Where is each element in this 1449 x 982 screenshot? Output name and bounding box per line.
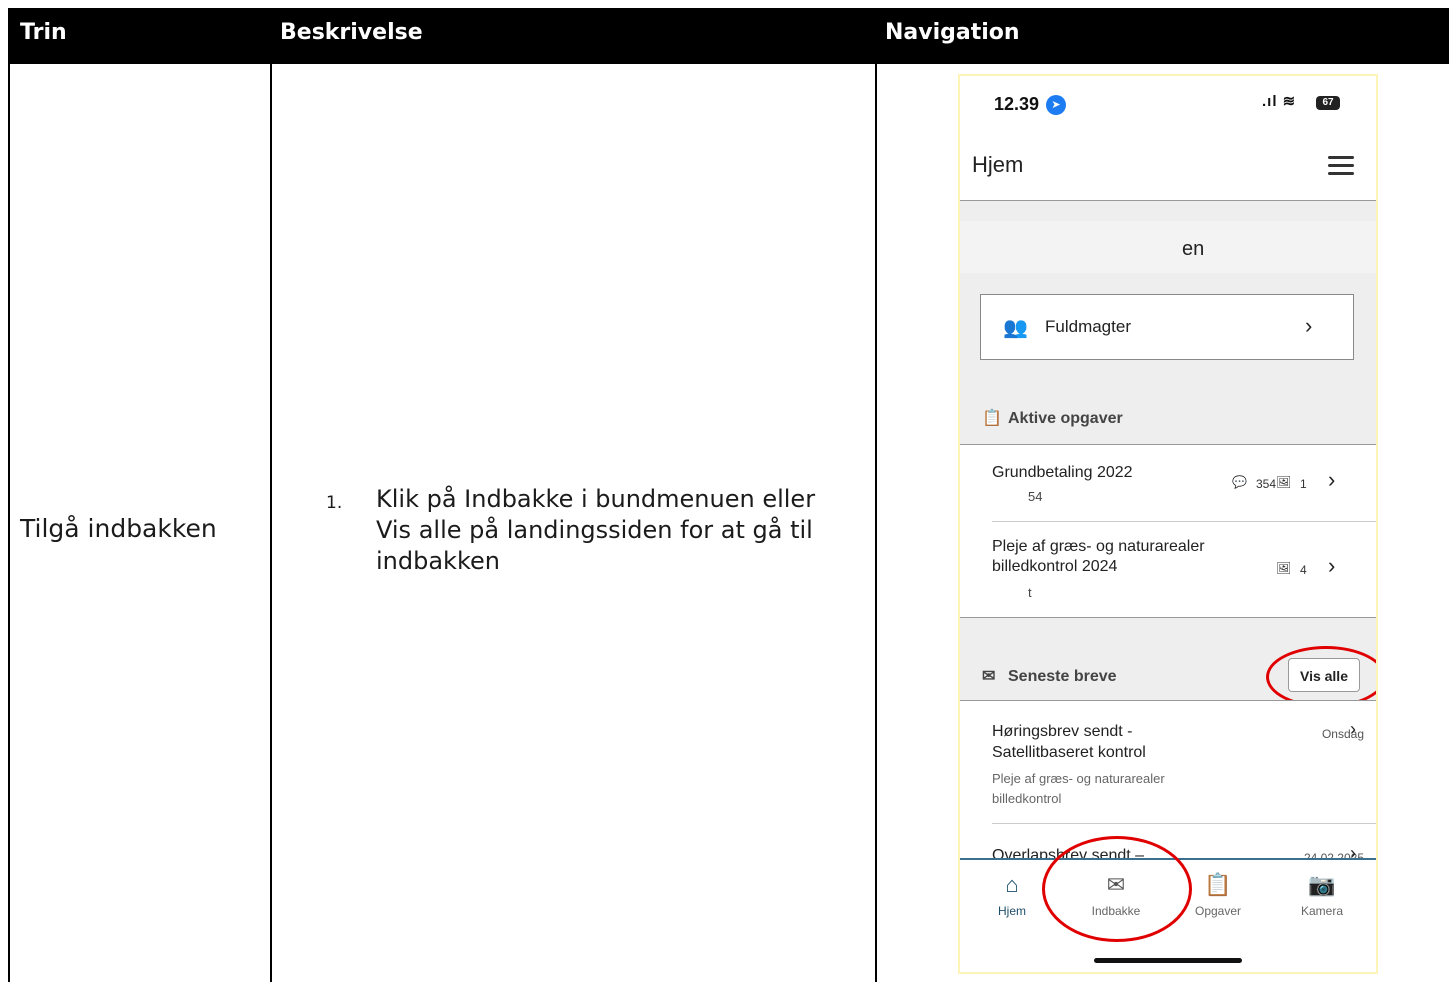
fuldmagter-label: Fuldmagter <box>1045 317 1131 336</box>
clipboard-icon: 📋 <box>982 410 1002 427</box>
image-icon: 🖼 <box>1276 561 1292 575</box>
phone-screenshot: 12.39 ➤ .ıl ≋ 67 Hjem en 👥 Fuldmagter › … <box>958 74 1378 974</box>
header-navigation: Navigation <box>885 20 1020 45</box>
table-header-row: Trin Beskrivelse Navigation <box>8 8 1449 64</box>
highlight-circle <box>1042 836 1192 942</box>
app-bar: Hjem <box>960 138 1376 201</box>
location-icon: ➤ <box>1046 95 1066 115</box>
image-count: 4 <box>1300 563 1307 577</box>
chevron-right-icon: › <box>1328 467 1336 492</box>
letter-title-line2: Satellitbaseret kontrol <box>992 744 1146 761</box>
active-tasks-list: Grundbetaling 2022 54 💬 354 🖼 1 › Pleje … <box>960 444 1376 618</box>
home-indicator <box>1094 958 1242 963</box>
status-time: 12.39 <box>994 94 1040 114</box>
page-title: Hjem <box>972 152 1024 177</box>
highlight-circle <box>1266 646 1376 708</box>
hamburger-menu-icon[interactable] <box>1328 156 1354 176</box>
divider <box>992 823 1376 824</box>
chevron-right-icon: › <box>1350 719 1356 739</box>
chevron-right-icon: › <box>1328 553 1336 578</box>
task-title: Grundbetaling 2022 <box>992 464 1133 481</box>
column-divider <box>270 64 272 982</box>
tasks-header: 📋 Aktive opgaver <box>982 408 1123 428</box>
task-title-line1: Pleje af græs- og naturarealer <box>992 538 1205 555</box>
nav-kamera[interactable]: 📷 Kamera <box>1272 872 1372 918</box>
letter-date: Onsdag <box>1321 727 1364 741</box>
image-count: 1 <box>1300 477 1307 491</box>
people-icon: 👥 <box>1003 317 1028 339</box>
status-bar: 12.39 ➤ .ıl ≋ 67 <box>960 76 1376 138</box>
task-title-line2: billedkontrol 2024 <box>992 558 1118 575</box>
comment-count: 354 <box>1256 477 1277 491</box>
letter-subtitle-line2: billedkontrol <box>992 791 1062 806</box>
task-subtitle: t <box>1028 585 1032 600</box>
camera-icon: 📷 <box>1308 872 1336 897</box>
mail-icon: ✉ <box>982 668 996 685</box>
table-left-border <box>8 64 10 982</box>
battery-icon: 67 <box>1316 96 1340 110</box>
tasks-header-label: Aktive opgaver <box>1008 410 1123 427</box>
fuldmagter-button[interactable]: 👥 Fuldmagter › <box>980 294 1354 360</box>
comment-icon: 💬 <box>1232 475 1247 489</box>
step-number: 1. <box>326 493 343 513</box>
letter-subtitle-line1: Pleje af græs- og naturarealer <box>992 771 1165 786</box>
signal-wifi-icon: .ıl ≋ <box>1262 93 1297 110</box>
header-beskrivelse: Beskrivelse <box>280 20 423 45</box>
divider <box>992 521 1376 522</box>
step-name: Tilgå indbakken <box>20 514 217 543</box>
greeting-text: en <box>1182 238 1205 260</box>
header-trin: Trin <box>20 20 67 45</box>
step-text: Klik på Indbakke i bundmenuen eller Vis … <box>376 485 816 575</box>
letters-header-label: Seneste breve <box>1008 668 1117 685</box>
chevron-right-icon: › <box>1305 313 1313 338</box>
greeting-card <box>960 221 1376 273</box>
task-subtitle: 54 <box>1028 489 1043 504</box>
image-icon: 🖼 <box>1276 475 1292 489</box>
letter-title-line1: Høringsbrev sendt - <box>992 723 1133 740</box>
letters-header: ✉ Seneste breve <box>982 666 1117 686</box>
nav-label: Kamera <box>1300 904 1344 918</box>
column-divider <box>875 64 877 982</box>
